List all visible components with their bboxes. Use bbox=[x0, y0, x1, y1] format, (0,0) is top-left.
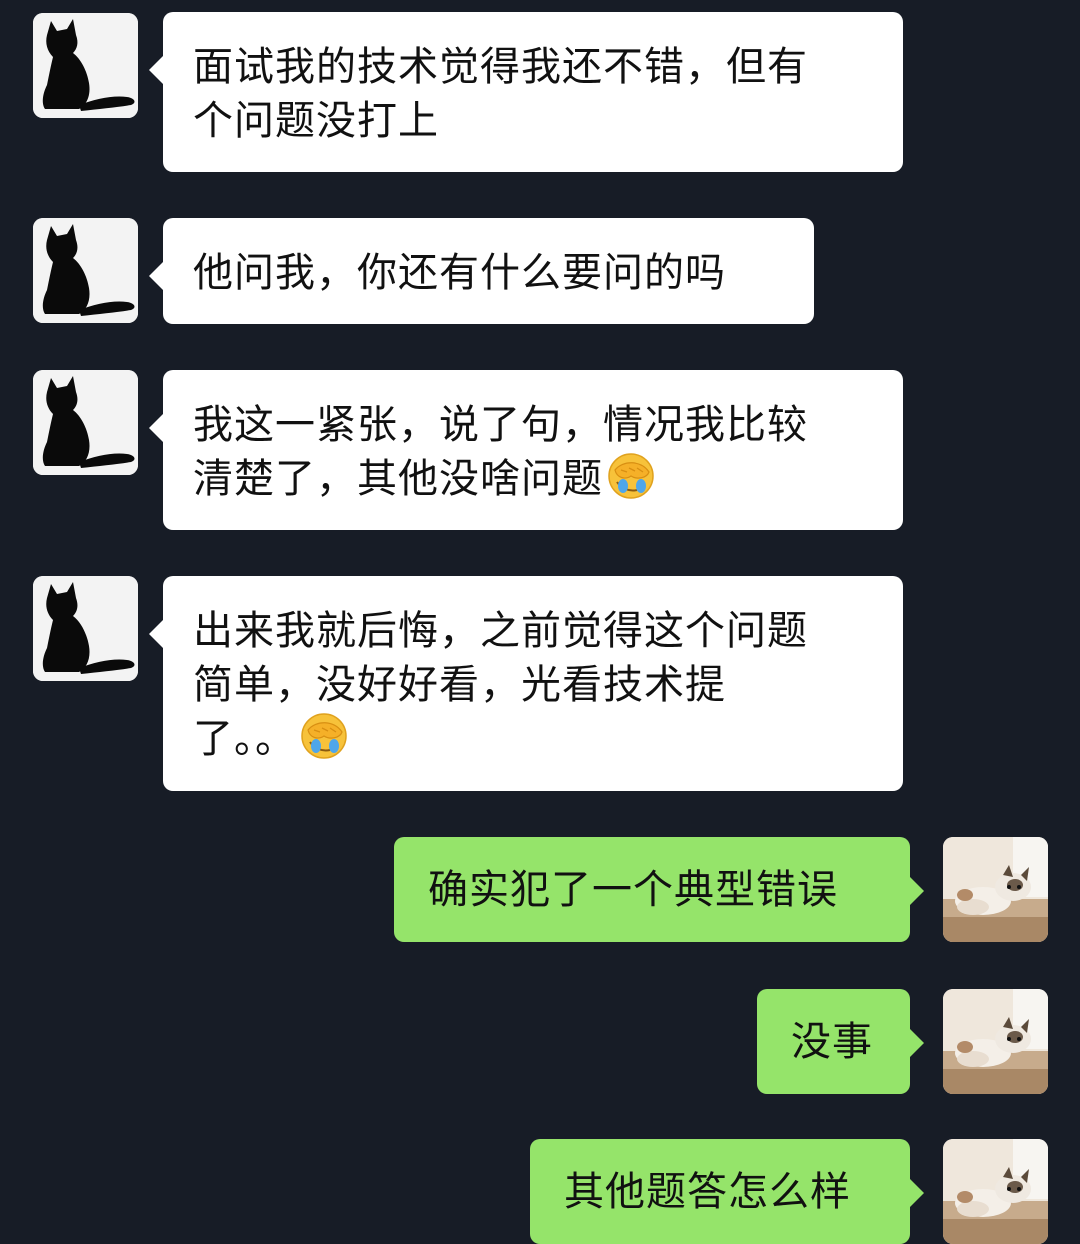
message-text-line: 没事 bbox=[791, 1019, 873, 1065]
facepalm-emoji-icon bbox=[607, 452, 655, 500]
self-avatar[interactable] bbox=[943, 837, 1048, 942]
contact-avatar[interactable] bbox=[33, 370, 138, 475]
facepalm-emoji-icon bbox=[300, 712, 348, 760]
self-avatar[interactable] bbox=[943, 989, 1048, 1094]
message-text-line: 他问我，你还有什么要问的吗 bbox=[193, 250, 726, 296]
message-text-line-with-emoji: 了。。 bbox=[193, 712, 873, 766]
message-text-line: 出来我就后悔，之前觉得这个问题 bbox=[193, 608, 808, 654]
black-cat-silhouette-avatar bbox=[33, 576, 138, 681]
incoming-message-bubble[interactable]: 我这一紧张，说了句，情况我比较 清楚了，其他没啥问题 bbox=[149, 370, 903, 530]
outgoing-message-bubble[interactable]: 其他题答怎么样 bbox=[530, 1139, 924, 1244]
message-text-line: 简单，没好好看，光看技术提 bbox=[193, 662, 726, 708]
incoming-message-bubble[interactable]: 面试我的技术觉得我还不错，但有 个问题没打上 bbox=[149, 12, 903, 172]
message-text-line: 我这一紧张，说了句，情况我比较 bbox=[193, 402, 808, 448]
message-text-line: 清楚了，其他没啥问题 bbox=[193, 456, 603, 502]
incoming-message-bubble[interactable]: 出来我就后悔，之前觉得这个问题 简单，没好好看，光看技术提 了。。 bbox=[149, 576, 903, 791]
outgoing-message-bubble[interactable]: 确实犯了一个典型错误 bbox=[394, 837, 924, 942]
dog-photo-avatar bbox=[943, 1139, 1048, 1244]
contact-avatar[interactable] bbox=[33, 576, 138, 681]
black-cat-silhouette-avatar bbox=[33, 13, 138, 118]
message-text-line: 了。。 bbox=[193, 716, 296, 762]
black-cat-silhouette-avatar bbox=[33, 370, 138, 475]
self-avatar[interactable] bbox=[943, 1139, 1048, 1244]
incoming-message-bubble[interactable]: 他问我，你还有什么要问的吗 bbox=[149, 218, 814, 324]
message-text-line: 其他题答怎么样 bbox=[564, 1169, 851, 1215]
outgoing-message-bubble[interactable]: 没事 bbox=[757, 989, 924, 1094]
message-text-line: 个问题没打上 bbox=[193, 98, 439, 144]
dog-photo-avatar bbox=[943, 989, 1048, 1094]
chat-message-list[interactable]: 面试我的技术觉得我还不错，但有 个问题没打上 他问我，你还有什么要问的吗 我这一… bbox=[0, 0, 1080, 1244]
message-text-line: 确实犯了一个典型错误 bbox=[428, 867, 838, 913]
contact-avatar[interactable] bbox=[33, 218, 138, 323]
dog-photo-avatar bbox=[943, 837, 1048, 942]
message-text-line-with-emoji: 清楚了，其他没啥问题 bbox=[193, 452, 873, 506]
black-cat-silhouette-avatar bbox=[33, 218, 138, 323]
message-text-line: 面试我的技术觉得我还不错，但有 bbox=[193, 44, 808, 90]
contact-avatar[interactable] bbox=[33, 13, 138, 118]
